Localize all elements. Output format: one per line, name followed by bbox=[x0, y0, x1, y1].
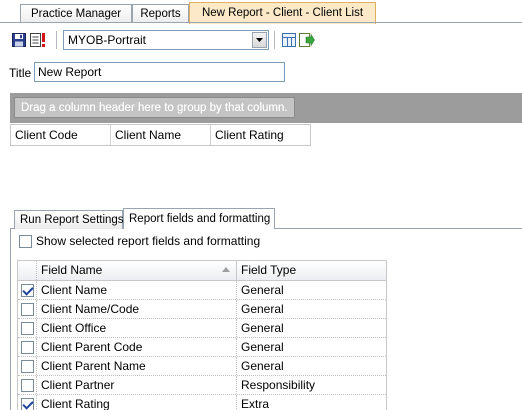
row-check-cell bbox=[18, 281, 37, 299]
field-name-cell: Client Parent Name bbox=[37, 357, 237, 375]
column-header-client-rating[interactable]: Client Rating bbox=[211, 125, 311, 145]
column-header-field-type[interactable]: Field Type bbox=[237, 261, 386, 280]
column-header-client-code[interactable]: Client Code bbox=[11, 125, 111, 145]
save-icon[interactable] bbox=[10, 31, 28, 49]
tab-reports[interactable]: Reports bbox=[132, 4, 189, 23]
table-row[interactable]: Client Office General bbox=[18, 319, 386, 338]
fields-table-header: Field Name Field Type bbox=[18, 261, 386, 281]
row-check-cell bbox=[18, 357, 37, 375]
table-row[interactable]: Client Partner Responsibility bbox=[18, 376, 386, 395]
export-icon[interactable] bbox=[298, 31, 316, 49]
table-row[interactable]: Client Parent Name General bbox=[18, 357, 386, 376]
settings-tab-strip: Run Report Settings Report fields and fo… bbox=[10, 208, 522, 230]
column-header-client-name[interactable]: Client Name bbox=[111, 125, 211, 145]
row-check-cell bbox=[18, 395, 37, 410]
field-name-cell: Client Name/Code bbox=[37, 300, 237, 318]
field-checkbox[interactable] bbox=[21, 283, 34, 297]
field-name-cell: Client Partner bbox=[37, 376, 237, 394]
document-tab-strip: Practice Manager Reports New Report - Cl… bbox=[0, 0, 522, 24]
field-type-cell: General bbox=[241, 340, 284, 354]
field-checkbox[interactable] bbox=[21, 359, 34, 373]
field-checkbox[interactable] bbox=[21, 340, 34, 354]
row-check-cell bbox=[18, 300, 37, 318]
tab-strip-divider bbox=[0, 22, 522, 23]
tab-new-report-client-list[interactable]: New Report - Client - Client List bbox=[189, 2, 376, 24]
group-by-hint: Drag a column header here to group by th… bbox=[14, 97, 295, 118]
row-check-cell bbox=[18, 338, 37, 356]
group-by-panel[interactable]: Drag a column header here to group by th… bbox=[10, 93, 522, 123]
field-checkbox[interactable] bbox=[21, 302, 34, 316]
title-label: Title bbox=[9, 66, 32, 80]
field-type-cell: General bbox=[241, 302, 284, 316]
row-check-cell bbox=[18, 376, 37, 394]
table-row[interactable]: Client Rating Extra bbox=[18, 395, 386, 410]
table-row[interactable]: Client Name/Code General bbox=[18, 300, 386, 319]
field-type-cell: Responsibility bbox=[241, 378, 316, 392]
fields-table: Field Name Field Type Client Name General… bbox=[17, 260, 387, 410]
tab-practice-manager[interactable]: Practice Manager bbox=[20, 4, 132, 23]
report-alert-icon[interactable] bbox=[30, 31, 48, 49]
field-checkbox[interactable] bbox=[21, 321, 34, 335]
field-name-cell: Client Name bbox=[37, 281, 237, 299]
table-row[interactable]: Client Parent Code General bbox=[18, 338, 386, 357]
field-type-cell: General bbox=[241, 283, 284, 297]
tab-run-report-settings[interactable]: Run Report Settings bbox=[14, 210, 124, 229]
field-name-cell: Client Parent Code bbox=[37, 338, 237, 356]
chevron-down-icon[interactable] bbox=[252, 32, 267, 48]
field-type-cell: General bbox=[241, 321, 284, 335]
row-check-cell bbox=[18, 319, 37, 337]
field-name-header-label: Field Name bbox=[41, 263, 103, 277]
toolbar-separator bbox=[274, 31, 275, 49]
tab-report-fields-formatting[interactable]: Report fields and formatting bbox=[123, 208, 275, 230]
show-selected-checkbox[interactable] bbox=[19, 234, 32, 248]
field-checkbox[interactable] bbox=[21, 378, 34, 392]
sort-ascending-icon bbox=[222, 267, 230, 272]
layout-select[interactable]: MYOB-Portrait bbox=[63, 30, 269, 50]
header-check-column bbox=[18, 261, 37, 280]
field-type-cell: Extra bbox=[241, 397, 270, 410]
title-input[interactable] bbox=[34, 62, 285, 82]
show-selected-option[interactable]: Show selected report fields and formatti… bbox=[19, 234, 260, 248]
layout-select-value: MYOB-Portrait bbox=[68, 33, 147, 47]
toolbar-separator bbox=[56, 31, 57, 49]
columns-icon[interactable] bbox=[280, 31, 298, 49]
column-header-field-name[interactable]: Field Name bbox=[37, 261, 237, 280]
field-type-cell: General bbox=[241, 359, 284, 373]
field-checkbox[interactable] bbox=[21, 397, 34, 410]
field-name-cell: Client Office bbox=[37, 319, 237, 337]
report-grid-header: Client Code Client Name Client Rating bbox=[10, 124, 311, 146]
table-row[interactable]: Client Name General bbox=[18, 281, 386, 300]
show-selected-label: Show selected report fields and formatti… bbox=[36, 234, 261, 248]
field-name-cell: Client Rating bbox=[37, 395, 237, 410]
report-toolbar: MYOB-Portrait bbox=[8, 29, 338, 53]
